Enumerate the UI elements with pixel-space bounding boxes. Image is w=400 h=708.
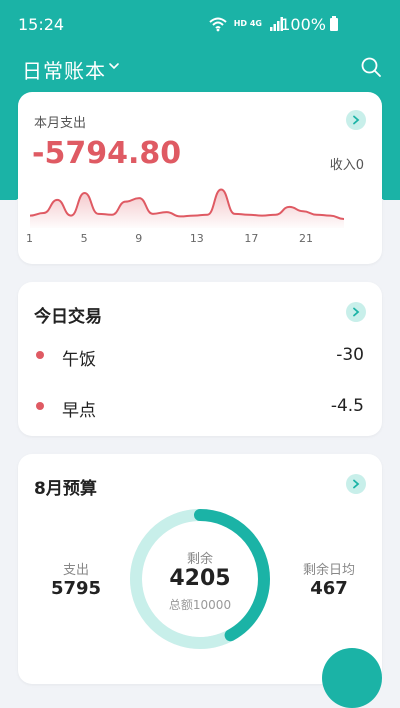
network-type: HD 4G xyxy=(233,19,262,28)
transaction-row[interactable]: 早点 -4.5 xyxy=(18,391,382,421)
budget-remaining-label: 剩余 xyxy=(186,552,213,567)
budget-title: 8月预算 xyxy=(34,479,97,499)
search-icon[interactable] xyxy=(360,56,382,78)
battery-icon xyxy=(330,16,338,31)
budget-card[interactable]: 8月预算 支出 5795 剩余 4205 总额10000 剩余日均 467 xyxy=(18,454,382,684)
monthly-detail-button[interactable] xyxy=(346,110,366,130)
budget-daily-label: 剩余日均 xyxy=(302,563,355,578)
budget-spent-label: 支出 xyxy=(62,563,89,578)
x-tick-label: 21 xyxy=(299,232,314,245)
expense-trend-chart xyxy=(29,188,345,228)
transaction-amount: -4.5 xyxy=(330,396,364,416)
today-title: 今日交易 xyxy=(34,307,102,327)
add-record-button[interactable] xyxy=(322,648,382,708)
transaction-amount: -30 xyxy=(336,345,364,365)
budget-detail-button[interactable] xyxy=(346,474,366,494)
transaction-name: 午饭 xyxy=(62,350,96,370)
today-detail-button[interactable] xyxy=(346,302,366,322)
chevron-down-icon[interactable] xyxy=(108,60,120,72)
chevron-right-icon xyxy=(353,115,360,125)
expense-dot xyxy=(36,351,44,359)
budget-spent-value: 5795 xyxy=(50,578,102,599)
status-time: 15:24 xyxy=(18,15,65,34)
x-tick-label: 1 xyxy=(26,232,33,245)
expense-dot xyxy=(36,402,44,410)
chevron-right-icon xyxy=(353,479,360,489)
app-header: 日常账本 xyxy=(0,50,400,90)
x-tick-label: 13 xyxy=(189,232,204,245)
ledger-selector[interactable]: 日常账本 xyxy=(22,55,106,84)
chevron-right-icon xyxy=(353,307,360,317)
transaction-name: 早点 xyxy=(62,401,96,421)
budget-total: 总额10000 xyxy=(168,598,232,612)
monthly-expense-label: 本月支出 xyxy=(34,116,87,131)
x-tick-label: 5 xyxy=(80,232,88,245)
battery-percent: 100% xyxy=(280,15,326,34)
x-tick-label: 17 xyxy=(244,232,259,245)
today-transactions-card[interactable]: 今日交易 午饭 -30 早点 -4.5 xyxy=(18,282,382,436)
signal-icon xyxy=(270,17,283,31)
monthly-expense-amount: -5794.80 xyxy=(32,136,182,171)
status-bar: 15:24 100% HD 4G xyxy=(0,0,400,50)
wifi-icon xyxy=(209,17,227,32)
budget-daily-value: 467 xyxy=(310,578,348,599)
monthly-income: 收入0 xyxy=(329,158,364,173)
x-tick-label: 9 xyxy=(135,232,143,245)
transaction-row[interactable]: 午饭 -30 xyxy=(18,340,382,370)
budget-remaining-value: 4205 xyxy=(169,566,231,591)
